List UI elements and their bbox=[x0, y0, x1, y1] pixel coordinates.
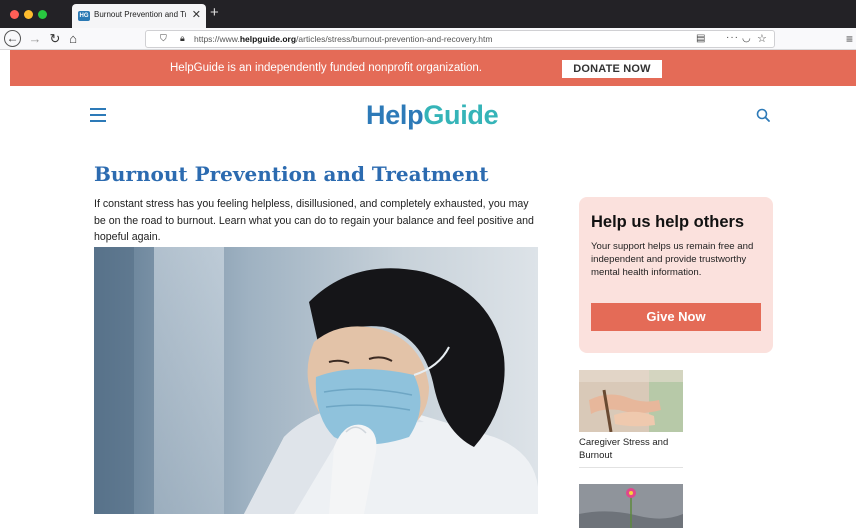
browser-window: HG Burnout Prevention and Treatm ✕ + ← →… bbox=[0, 0, 856, 528]
give-now-button[interactable]: Give Now bbox=[591, 303, 761, 331]
reload-icon[interactable]: ↻ bbox=[46, 30, 64, 48]
support-card-body: Your support helps us remain free and in… bbox=[591, 241, 754, 278]
site-info-icon[interactable]: ⛉ bbox=[160, 33, 167, 44]
related-article-image-2[interactable] bbox=[579, 484, 683, 528]
related-article-title[interactable]: Caregiver Stress and Burnout bbox=[579, 437, 683, 462]
maximize-window-button[interactable] bbox=[38, 10, 47, 19]
hero-image bbox=[94, 247, 538, 514]
reader-icon[interactable]: ▤ bbox=[696, 33, 705, 44]
favicon-icon: HG bbox=[78, 11, 90, 21]
donate-banner: HelpGuide is an independently funded non… bbox=[10, 50, 856, 86]
banner-text: HelpGuide is an independently funded non… bbox=[170, 62, 482, 74]
lock-icon: 🔒︎ bbox=[180, 33, 185, 43]
article-title: Burnout Prevention and Treatment bbox=[94, 162, 489, 186]
related-article-image[interactable] bbox=[579, 370, 683, 432]
more-icon[interactable]: ··· bbox=[726, 32, 739, 43]
browser-tab[interactable]: HG Burnout Prevention and Treatm ✕ bbox=[72, 4, 206, 28]
support-card: Help us help others Your support helps u… bbox=[579, 197, 773, 353]
support-card-title: Help us help others bbox=[591, 213, 745, 231]
search-icon[interactable] bbox=[756, 108, 770, 122]
page-content: HelpGuide Burnout Prevention and Treatme… bbox=[10, 86, 856, 528]
tab-bar: HG Burnout Prevention and Treatm ✕ + bbox=[0, 0, 856, 28]
back-icon[interactable]: ← bbox=[4, 30, 21, 47]
donate-now-button[interactable]: DONATE NOW bbox=[562, 60, 662, 78]
forward-icon[interactable]: → bbox=[26, 30, 44, 48]
tab-title: Burnout Prevention and Treatm bbox=[94, 10, 186, 19]
hamburger-menu-icon[interactable] bbox=[90, 108, 106, 122]
close-window-button[interactable] bbox=[10, 10, 19, 19]
minimize-window-button[interactable] bbox=[24, 10, 33, 19]
home-icon[interactable]: ⌂ bbox=[64, 30, 82, 48]
navigation-bar: ← → ↻ ⌂ ⛉ 🔒︎ https://www.helpguide.org/a… bbox=[0, 28, 856, 50]
address-bar[interactable]: ⛉ 🔒︎ https://www.helpguide.org/articles/… bbox=[145, 30, 775, 48]
article-intro: If constant stress has you feeling helpl… bbox=[94, 198, 534, 243]
divider bbox=[579, 467, 683, 468]
pocket-icon[interactable]: ◡ bbox=[742, 33, 751, 44]
new-tab-icon[interactable]: + bbox=[210, 4, 219, 22]
tab-close-icon[interactable]: ✕ bbox=[192, 8, 201, 21]
site-logo[interactable]: HelpGuide bbox=[366, 100, 499, 131]
bookmark-star-icon[interactable]: ☆ bbox=[757, 32, 767, 45]
url-text[interactable]: https://www.helpguide.org/articles/stres… bbox=[194, 34, 492, 44]
menu-icon[interactable]: ≡ bbox=[846, 32, 853, 46]
